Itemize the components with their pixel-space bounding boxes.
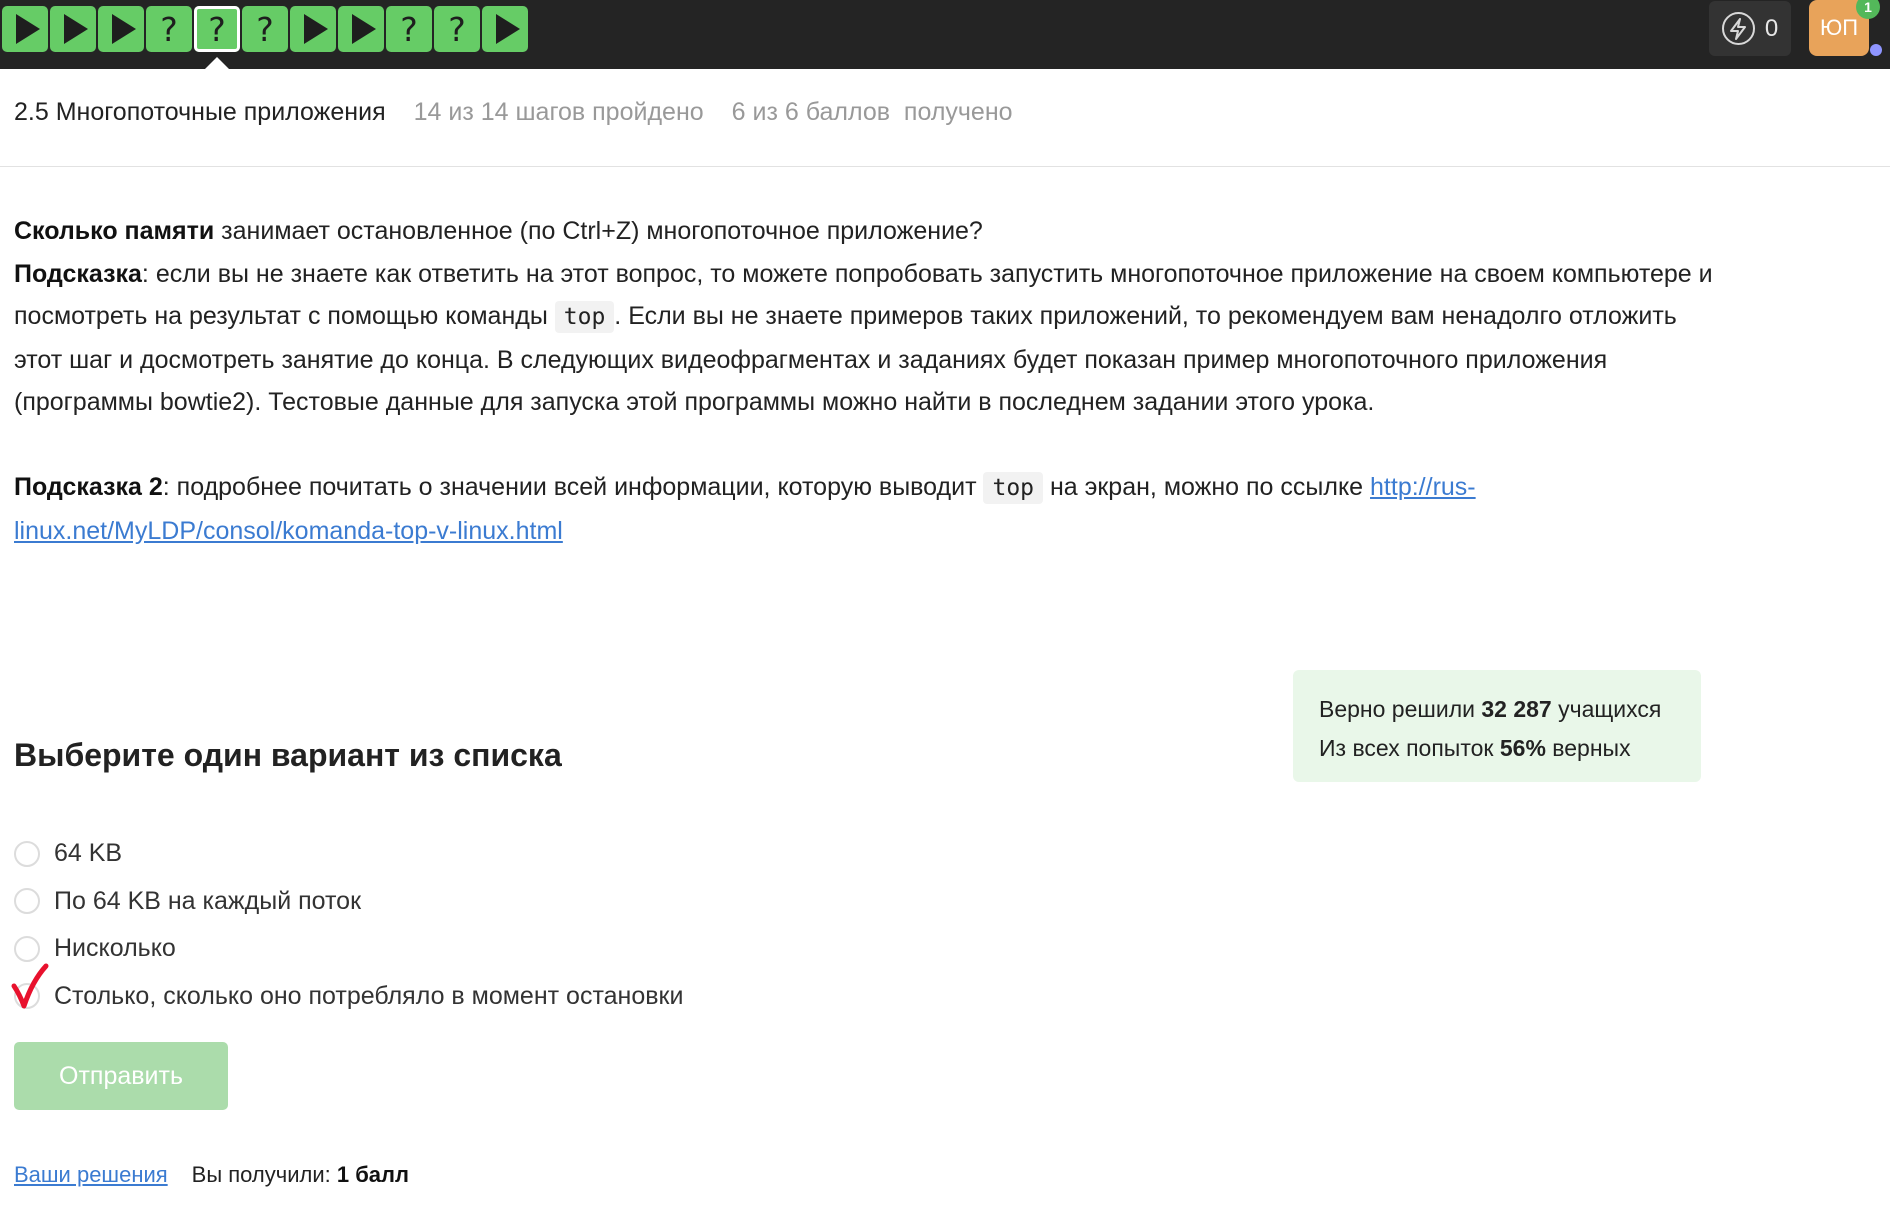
option-label: 64 KB xyxy=(54,839,123,868)
top-navigation-bar: ????? 0 ЮП 1 xyxy=(0,0,1890,69)
option-label: Нисколько xyxy=(54,934,176,963)
hint2-text-1: : подробнее почитать о значении всей инф… xyxy=(162,473,984,501)
step-3-video[interactable] xyxy=(98,6,144,52)
question-rest: занимает остановленное (по Ctrl+Z) много… xyxy=(214,217,983,245)
play-icon xyxy=(63,14,88,44)
play-icon xyxy=(303,14,328,44)
your-solutions-link[interactable]: Ваши решения xyxy=(14,1162,168,1188)
notification-badge[interactable]: 1 xyxy=(1856,0,1880,19)
option-label: По 64 KB на каждый поток xyxy=(54,886,362,915)
quiz-title: Выберите один вариант из списка xyxy=(14,737,562,773)
question-icon: ? xyxy=(400,9,418,49)
received-value: 1 балл xyxy=(336,1162,409,1187)
inline-code-top-2: top xyxy=(983,472,1044,504)
option-64kb[interactable]: 64 KB xyxy=(14,830,683,878)
step-10-quiz[interactable]: ? xyxy=(434,6,480,52)
received-prefix: Вы получили: xyxy=(191,1162,337,1187)
question-text: Сколько памяти занимает остановленное (п… xyxy=(14,210,1714,552)
option-none[interactable]: Нисколько xyxy=(14,925,683,973)
option-64kb-per-thread[interactable]: По 64 KB на каждый поток xyxy=(14,878,683,926)
lightning-icon xyxy=(1721,12,1755,45)
energy-counter[interactable]: 0 xyxy=(1709,1,1791,56)
step-1-video[interactable] xyxy=(2,6,48,52)
question-icon: ? xyxy=(448,9,466,49)
question-icon: ? xyxy=(160,9,178,49)
hint2-paragraph: Подсказка 2: подробнее почитать о значен… xyxy=(14,466,1714,552)
play-icon xyxy=(351,14,376,44)
attempts-percent: 56% xyxy=(1499,735,1546,761)
hint-paragraph: Подсказка: если вы не знаете как ответит… xyxy=(14,253,1714,424)
step-9-quiz[interactable]: ? xyxy=(386,6,432,52)
question-bold: Сколько памяти xyxy=(14,217,215,245)
question-paragraph: Сколько памяти занимает остановленное (п… xyxy=(14,210,1714,253)
step-8-video[interactable] xyxy=(338,6,384,52)
score-progress: 6 из 6 баллов получено xyxy=(731,98,1013,126)
solved-prefix: Верно решили xyxy=(1319,696,1482,722)
step-7-video[interactable] xyxy=(290,6,336,52)
lesson-header: 2.5 Многопоточные приложения 14 из 14 ша… xyxy=(14,98,1013,127)
step-6-quiz[interactable]: ? xyxy=(242,6,288,52)
hint2-label: Подсказка 2 xyxy=(14,473,163,501)
step-2-video[interactable] xyxy=(50,6,96,52)
lesson-title[interactable]: 2.5 Многопоточные приложения xyxy=(14,98,386,127)
attempts-prefix: Из всех попыток xyxy=(1319,735,1500,761)
lesson-steps-bar: ????? xyxy=(2,6,530,52)
answer-options: 64 KB По 64 KB на каждый поток Нисколько… xyxy=(14,830,683,1020)
status-dot xyxy=(1870,44,1882,56)
option-as-much-as-at-stop[interactable]: Столько, сколько оно потребляло в момент… xyxy=(14,973,683,1021)
question-icon: ? xyxy=(256,9,274,49)
red-check-mark-icon xyxy=(11,963,49,1009)
attempts-suffix: верных xyxy=(1545,735,1631,761)
hint2-text-2: на экран, можно по ссылке xyxy=(1043,473,1371,501)
question-icon: ? xyxy=(208,9,226,49)
received-score: Вы получили: 1 балл xyxy=(192,1162,409,1188)
energy-count: 0 xyxy=(1764,14,1779,42)
hint-label: Подсказка xyxy=(14,259,142,288)
solved-count: 32 287 xyxy=(1481,696,1552,722)
attempts-stat: Из всех попыток 56% верных xyxy=(1319,729,1701,768)
result-footer: Ваши решения Вы получили: 1 балл xyxy=(14,1162,409,1188)
header-divider xyxy=(0,166,1890,167)
play-icon xyxy=(15,14,40,44)
play-icon xyxy=(495,14,520,44)
step-5-quiz[interactable]: ? xyxy=(194,6,240,52)
inline-code-top: top xyxy=(554,301,615,333)
play-icon xyxy=(111,14,136,44)
step-4-quiz[interactable]: ? xyxy=(146,6,192,52)
solved-suffix: учащихся xyxy=(1551,696,1662,722)
steps-progress: 14 из 14 шагов пройдено xyxy=(413,98,704,126)
submit-button[interactable]: Отправить xyxy=(14,1042,228,1110)
radio-button[interactable] xyxy=(14,840,40,867)
solved-stat: Верно решили 32 287 учащихся xyxy=(1319,690,1701,729)
step-11-video[interactable] xyxy=(482,6,528,52)
option-label: Столько, сколько оно потребляло в момент… xyxy=(54,981,684,1010)
radio-button[interactable] xyxy=(14,888,40,915)
solution-stats-box: Верно решили 32 287 учащихся Из всех поп… xyxy=(1293,670,1701,782)
radio-button[interactable] xyxy=(14,935,40,962)
